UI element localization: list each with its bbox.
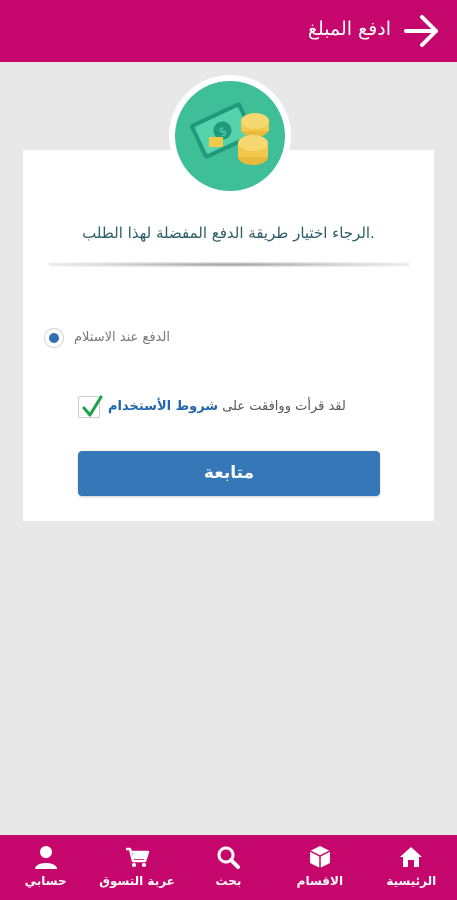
nav-cart-label: عربة التسوق bbox=[99, 874, 175, 888]
terms-text: لقد قرأت ووافقت على شروط الأستخدام bbox=[108, 399, 346, 414]
nav-categories[interactable]: الاقسام bbox=[274, 835, 365, 900]
home-icon bbox=[400, 847, 423, 867]
checkmark-icon bbox=[82, 395, 103, 417]
payment-badge: $ bbox=[169, 75, 291, 197]
nav-search-label: بحث bbox=[215, 874, 242, 888]
back-button[interactable] bbox=[403, 13, 441, 49]
search-icon bbox=[217, 846, 241, 869]
divider bbox=[49, 262, 409, 267]
terms-checkbox[interactable] bbox=[78, 395, 103, 418]
terms-link[interactable]: شروط الأستخدام bbox=[108, 399, 218, 414]
payment-prompt: .الرجاء اختيار طريقة الدفع المفضلة لهذا … bbox=[82, 224, 375, 242]
continue-button[interactable]: متابعة bbox=[78, 451, 380, 496]
cube-icon bbox=[309, 846, 331, 868]
nav-home[interactable]: الرئيسية bbox=[366, 835, 457, 900]
arrow-right-icon bbox=[404, 15, 438, 47]
nav-account[interactable]: حسابي bbox=[0, 835, 91, 900]
top-app-bar: ادفع المبلغ bbox=[0, 0, 457, 62]
terms-prefix: لقد قرأت ووافقت على bbox=[222, 399, 346, 414]
payment-option-cod[interactable]: الدفع عند الاستلام bbox=[44, 328, 414, 350]
cart-icon bbox=[126, 847, 150, 867]
nav-cart[interactable]: عربة التسوق bbox=[91, 835, 182, 900]
payment-card: .الرجاء اختيار طريقة الدفع المفضلة لهذا … bbox=[23, 150, 434, 521]
radio-selected-dot bbox=[49, 333, 59, 343]
radio-button[interactable] bbox=[44, 328, 64, 348]
bottom-navigation: الرئيسية الاقسام بحث عربة التسوق حسابي bbox=[0, 835, 457, 900]
nav-categories-label: الاقسام bbox=[296, 874, 344, 888]
payment-option-label: الدفع عند الاستلام bbox=[74, 330, 170, 345]
nav-home-label: الرئيسية bbox=[386, 874, 437, 888]
nav-search[interactable]: بحث bbox=[183, 835, 274, 900]
user-icon bbox=[34, 846, 57, 869]
page-title: ادفع المبلغ bbox=[307, 18, 391, 40]
money-coins-icon: $ bbox=[175, 81, 285, 191]
terms-row: لقد قرأت ووافقت على شروط الأستخدام bbox=[78, 394, 378, 420]
nav-account-label: حسابي bbox=[24, 874, 67, 888]
